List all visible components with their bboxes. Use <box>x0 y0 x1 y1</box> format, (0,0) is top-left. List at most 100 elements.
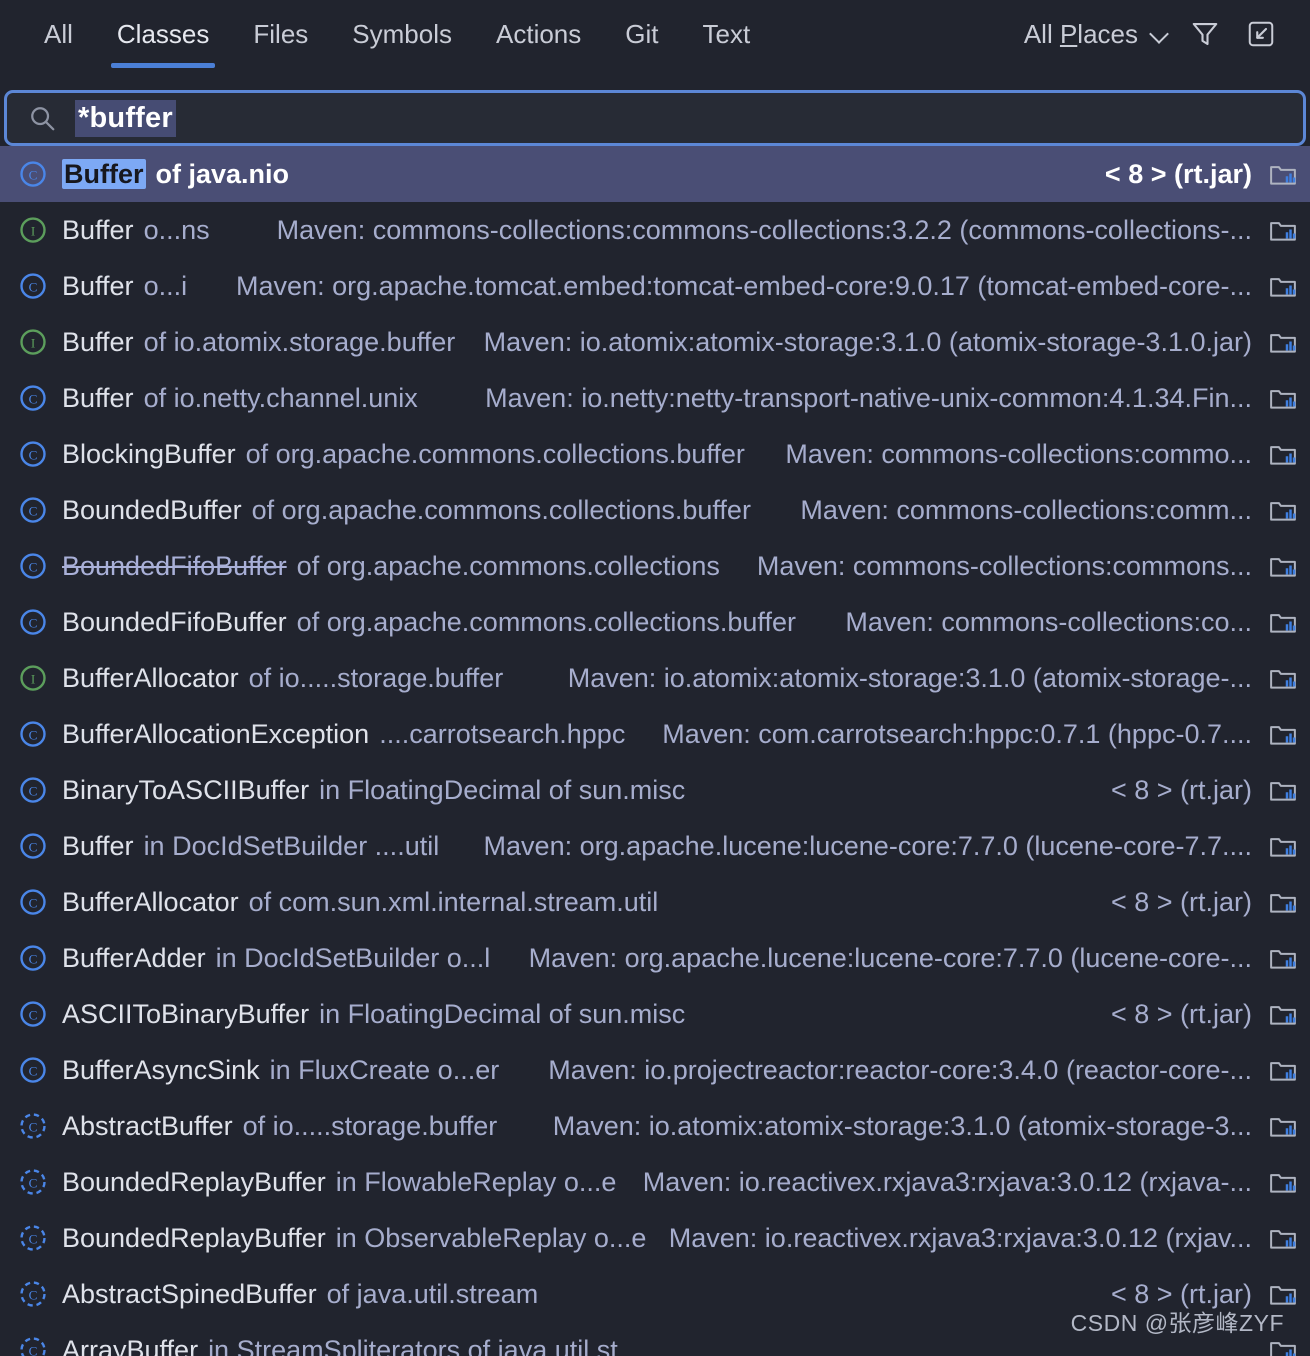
result-name: BufferAllocationException <box>62 718 370 749</box>
result-row[interactable]: C Buffer of io.netty.channel.unix Maven: io… <box>0 370 1310 426</box>
class-icon: C <box>20 609 46 635</box>
result-title: AbstractBuffer of io.....storage.buffer <box>62 1111 497 1142</box>
class-icon: C <box>16 1053 50 1087</box>
result-location: of org.apache.commons.collections <box>296 550 720 581</box>
result-row[interactable]: C AbstractSpinedBuffer of java.util.stream… <box>0 1266 1310 1322</box>
scope-selector[interactable]: All Places <box>1024 19 1170 50</box>
tab-label: Text <box>702 18 751 49</box>
result-row[interactable]: C Buffer of java.nio < 8 > (rt.jar) <box>0 146 1310 202</box>
result-row[interactable]: C BoundedBuffer of org.apache.commons.coll… <box>0 482 1310 538</box>
result-name: ASCIIToBinaryBuffer <box>62 998 310 1029</box>
svg-text:I: I <box>31 223 35 238</box>
result-row[interactable]: C ArrayBuffer in StreamSpliterators of jav… <box>0 1322 1310 1356</box>
tab-files[interactable]: Files <box>231 0 330 68</box>
result-location: of java.util.stream <box>326 1278 539 1309</box>
tab-label: Classes <box>116 18 210 49</box>
tab-classes[interactable]: Classes <box>95 0 231 68</box>
result-location: of io.netty.channel.unix <box>143 382 418 413</box>
result-location: in FloatingDecimal of sun.misc <box>319 774 686 805</box>
result-location: of com.sun.xml.internal.stream.util <box>248 886 659 917</box>
result-row[interactable]: C BoundedReplayBuffer in ObservableReplay … <box>0 1210 1310 1266</box>
result-row[interactable]: C BoundedFifoBuffer of org.apache.commons.… <box>0 538 1310 594</box>
library-jar-icon <box>1270 166 1296 185</box>
result-location: of io.....storage.buffer <box>242 1110 498 1141</box>
result-module: Maven: io.projectreactor:reactor-core:3.… <box>548 1054 1252 1085</box>
svg-text:C: C <box>29 1231 38 1246</box>
match-highlight: Buffer <box>62 158 146 189</box>
class-icon: C <box>16 717 50 751</box>
library-jar-icon <box>1266 1053 1300 1087</box>
tab-git[interactable]: Git <box>603 0 680 68</box>
result-module: Maven: commons-collections:commons-colle… <box>276 214 1252 245</box>
result-row[interactable]: C BoundedFifoBuffer of org.apache.commons.… <box>0 594 1310 650</box>
result-name: Buffer <box>62 326 134 357</box>
tab-symbols[interactable]: Symbols <box>330 0 474 68</box>
result-row[interactable]: C Buffer in DocIdSetBuilder ....util Maven:… <box>0 818 1310 874</box>
class-icon: C <box>20 385 46 411</box>
class-icon: C <box>20 945 46 971</box>
chevron-down-icon[interactable] <box>1150 24 1170 44</box>
svg-text:C: C <box>29 1175 38 1190</box>
library-jar-icon <box>1270 502 1296 521</box>
result-row[interactable]: I Buffer o...ns Maven: commons-collections:… <box>0 202 1310 258</box>
result-name: BoundedReplayBuffer <box>62 1222 326 1253</box>
abstract-class-icon: C <box>16 1165 50 1199</box>
result-name: Buffer <box>62 270 134 301</box>
class-icon: C <box>20 777 46 803</box>
result-row[interactable]: I BufferAllocator of io.....storage.buffer… <box>0 650 1310 706</box>
result-title: BlockingBuffer of org.apache.commons.coll… <box>62 439 745 470</box>
result-title: Buffer of io.netty.channel.unix <box>62 383 418 414</box>
result-row[interactable]: C BlockingBuffer of org.apache.commons.col… <box>0 426 1310 482</box>
result-row[interactable]: C BinaryToASCIIBuffer in FloatingDecimal o… <box>0 762 1310 818</box>
filter-icon <box>1192 22 1218 46</box>
result-row[interactable]: C BufferAsyncSink in FluxCreate o...er Mave… <box>0 1042 1310 1098</box>
results-list[interactable]: C Buffer of java.nio < 8 > (rt.jar) I Buffer o… <box>0 146 1310 1356</box>
abstract-class-icon: C <box>20 1113 46 1139</box>
tab-text[interactable]: Text <box>681 0 773 68</box>
svg-text:I: I <box>31 335 35 350</box>
result-location: of io.....storage.buffer <box>248 662 504 693</box>
tab-all[interactable]: All <box>22 0 95 68</box>
result-row[interactable]: C BufferAdder in DocIdSetBuilder o...l Mave… <box>0 930 1310 986</box>
class-icon: C <box>20 273 46 299</box>
library-jar-icon <box>1266 941 1300 975</box>
result-row[interactable]: C BufferAllocator of com.sun.xml.internal.… <box>0 874 1310 930</box>
tab-label: Git <box>625 18 659 49</box>
abstract-class-icon: C <box>16 1333 50 1356</box>
result-row[interactable]: C BufferAllocationException ....carrotsear… <box>0 706 1310 762</box>
library-jar-icon <box>1266 1109 1300 1143</box>
search-field[interactable]: *buffer <box>4 90 1306 146</box>
result-title: BinaryToASCIIBuffer in FloatingDecimal of… <box>62 775 685 806</box>
svg-text:C: C <box>29 279 38 294</box>
open-in-find-window-button[interactable] <box>1240 13 1282 55</box>
result-title: AbstractSpinedBuffer of java.util.stream <box>62 1279 538 1310</box>
result-name: BufferAllocator <box>62 886 239 917</box>
library-jar-icon <box>1270 1006 1296 1025</box>
class-icon: C <box>20 553 46 579</box>
search-everywhere-dialog: All Classes Files Symbols Actions Git Text All… <box>0 0 1310 1356</box>
svg-text:C: C <box>29 895 38 910</box>
library-jar-icon <box>1266 493 1300 527</box>
result-module: < 8 > (rt.jar) <box>1110 886 1252 917</box>
scope-label: All Places <box>1023 18 1138 49</box>
result-row[interactable]: I Buffer of io.atomix.storage.buffer Maven:… <box>0 314 1310 370</box>
result-title: BufferAdder in DocIdSetBuilder o...l <box>62 943 490 974</box>
result-row[interactable]: C BoundedReplayBuffer in FlowableReplay o.… <box>0 1154 1310 1210</box>
result-module: Maven: org.apache.lucene:lucene-core:7.7… <box>483 830 1252 861</box>
svg-text:C: C <box>29 839 38 854</box>
abstract-class-icon: C <box>20 1281 46 1307</box>
result-module: Maven: commons-collections:co... <box>845 606 1252 637</box>
tab-actions[interactable]: Actions <box>474 0 603 68</box>
interface-icon: I <box>16 213 50 247</box>
result-row[interactable]: C AbstractBuffer of io.....storage.buffer M… <box>0 1098 1310 1154</box>
result-row[interactable]: C ASCIIToBinaryBuffer in FloatingDecimal o… <box>0 986 1310 1042</box>
library-jar-icon <box>1270 1342 1296 1356</box>
search-input-value[interactable]: *buffer <box>75 99 176 137</box>
filter-button[interactable] <box>1184 13 1226 55</box>
result-location: ....carrotsearch.hppc <box>379 718 626 749</box>
result-row[interactable]: C Buffer o...i Maven: org.apache.tomcat.emb… <box>0 258 1310 314</box>
result-location: in ObservableReplay o...e <box>335 1222 647 1253</box>
library-jar-icon <box>1266 325 1300 359</box>
tab-label: Actions <box>496 18 582 49</box>
result-module: Maven: io.reactivex.rxjava3:rxjava:3.0.1… <box>642 1166 1252 1197</box>
